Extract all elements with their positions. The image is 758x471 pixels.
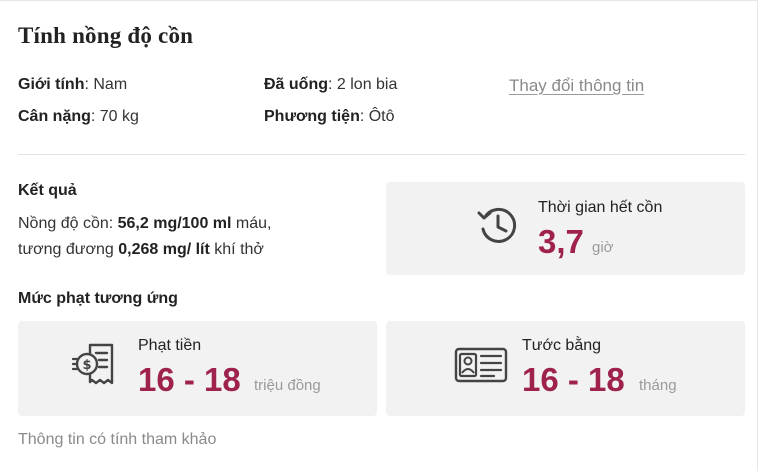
vehicle-value: Ôtô [368, 108, 395, 125]
fine-box: $ Phạt tiền 16 - 18 triệu đồng [18, 321, 377, 416]
drank-value: 2 lon bia [336, 76, 398, 93]
clear-time-box: Thời gian hết cồn 3,7 giờ [386, 182, 745, 275]
penalty-heading: Mức phạt tương ứng [18, 290, 178, 307]
blood-alcohol-line: Nồng độ cồn: 56,2 mg/100 ml máu, [18, 215, 271, 233]
drank-label: Đã uống [264, 76, 328, 93]
license-card-icon [454, 347, 508, 383]
license-box: Tước bằng 16 - 18 tháng [386, 321, 745, 416]
vehicle-label: Phương tiện [264, 108, 360, 125]
breath-alcohol-prefix: tương đương [18, 241, 119, 258]
license-unit: tháng [639, 377, 677, 394]
clear-time-unit: giờ [592, 239, 614, 256]
blood-alcohol-prefix: Nồng độ cồn: [18, 215, 118, 232]
page-title: Tính nồng độ cồn [18, 23, 194, 48]
weight-label: Cân nặng [18, 108, 91, 125]
change-info-link[interactable]: Thay đổi thông tin [509, 76, 644, 96]
breath-alcohol-value: 0,268 mg/ lít [118, 241, 210, 258]
weight-value: 70 kg [99, 108, 139, 125]
reference-note: Thông tin có tính tham khảo [18, 431, 217, 448]
license-label: Tước bằng [522, 337, 602, 354]
vehicle-info: Phương tiện: Ôtô [264, 108, 395, 125]
history-clock-icon [477, 207, 517, 243]
fine-unit: triệu đồng [254, 377, 321, 394]
drank-info: Đã uống: 2 lon bia [264, 76, 398, 93]
license-value: 16 - 18 [522, 361, 625, 398]
money-receipt-icon: $ [72, 343, 114, 385]
gender-info: Giới tính: Nam [18, 76, 128, 93]
weight-info: Cân nặng: 70 kg [18, 108, 139, 125]
clear-time-label: Thời gian hết cồn [538, 199, 663, 216]
fine-label: Phạt tiền [138, 337, 202, 354]
gender-value: Nam [93, 76, 128, 93]
divider [18, 154, 745, 155]
breath-alcohol-suffix: khí thở [209, 241, 264, 258]
svg-text:$: $ [82, 358, 91, 373]
blood-alcohol-suffix: máu, [231, 215, 272, 232]
gender-label: Giới tính [18, 76, 85, 93]
result-heading: Kết quả [18, 182, 77, 199]
clear-time-value: 3,7 [538, 223, 584, 260]
alcohol-calculator-card: Tính nồng độ cồn Giới tính: Nam Cân nặng… [0, 0, 758, 471]
fine-value: 16 - 18 [138, 361, 241, 398]
breath-alcohol-line: tương đương 0,268 mg/ lít khí thở [18, 241, 264, 259]
blood-alcohol-value: 56,2 mg/100 ml [117, 215, 232, 232]
